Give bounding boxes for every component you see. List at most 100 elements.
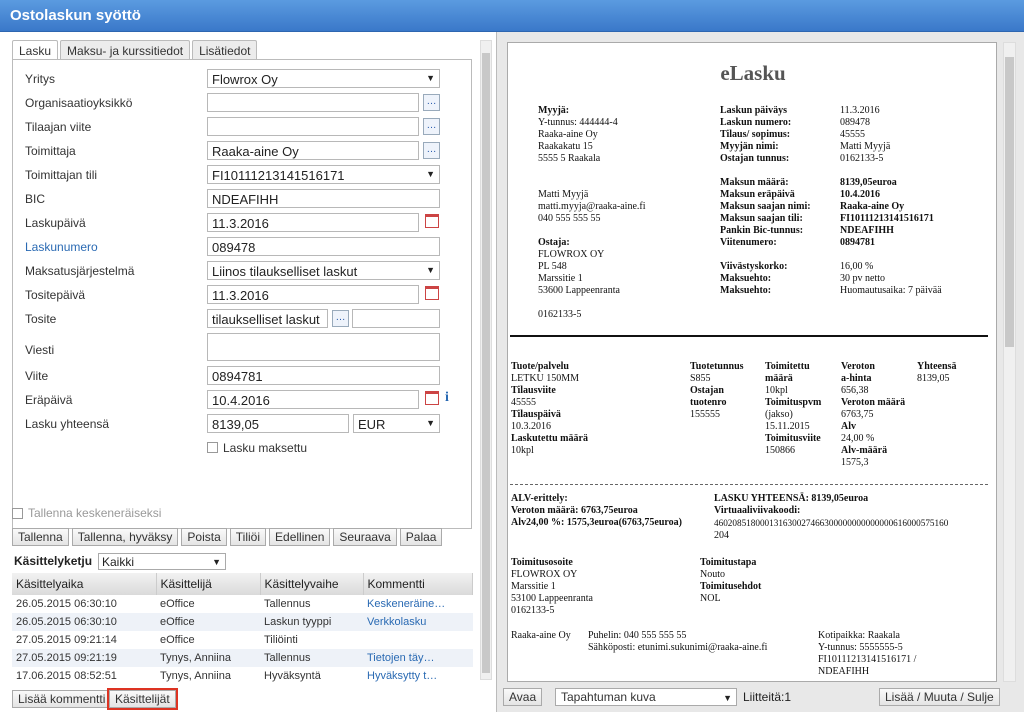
item-heading: tuotenro [690, 397, 727, 408]
item-value: 24,00 % [841, 433, 875, 444]
currency-select[interactable]: EUR [353, 414, 440, 433]
table-row[interactable]: 26.05.2015 06:30:10 eOffice Laskun tyyppi V… [12, 613, 473, 631]
scroll-thumb[interactable] [1005, 57, 1014, 347]
lisaa-muuta-sulje-button[interactable]: Lisää / Muuta / Sulje [879, 688, 1000, 706]
left-scrollbar[interactable] [480, 40, 492, 680]
erapaiva-calendar-icon[interactable] [425, 391, 439, 405]
toimittaja-label: Toimittaja [25, 144, 76, 158]
org-label: Organisaatioyksikkö [25, 96, 133, 110]
palaa-button[interactable]: Palaa [399, 528, 443, 546]
item-heading: Ostajan [690, 385, 724, 396]
info-value: Huomautusaika: 7 päivää [840, 285, 942, 296]
toimittaja-input[interactable]: Raaka-aine Oy [207, 141, 419, 160]
total-block: LASKU YHTEENSÄ: 8139,05euroa Virtuaalivi… [714, 493, 948, 542]
org-input[interactable] [207, 93, 419, 112]
info-value: 45555 [840, 129, 865, 140]
laskunumero-label[interactable]: Laskunumero [25, 240, 98, 254]
viite-input[interactable]: 0894781 [207, 366, 440, 385]
tosite-lookup-button[interactable]: … [332, 310, 349, 327]
tab-lisatiedot[interactable]: Lisätiedot [192, 40, 258, 60]
poista-button[interactable]: Poista [181, 528, 227, 546]
cell: Laskun tyyppi [260, 613, 363, 631]
tallenna-button[interactable]: Tallenna [12, 528, 69, 546]
laskupaiva-input[interactable]: 11.3.2016 [207, 213, 419, 232]
table-row[interactable]: 17.06.2015 08:52:51 Tynys, Anniina Hyväksy… [12, 667, 473, 685]
lasku-maksettu-checkbox[interactable] [207, 442, 218, 453]
kasittely-table: Käsittelyaika Käsittelijä Käsittelyvaihe… [12, 573, 473, 685]
cell: Tynys, Anniina [160, 670, 231, 682]
seller-line: Y-tunnus: 444444-4 [538, 117, 618, 128]
comment-link[interactable]: Tietojen täy… [363, 649, 473, 667]
tosite-extra-input[interactable] [352, 309, 440, 328]
comment-link[interactable]: Hyväksytty t… [363, 667, 473, 685]
info-label: Laskun numero: [720, 117, 792, 128]
item-value: 6763,75 [841, 409, 874, 420]
seller-line: Raaka-aine Oy [538, 129, 598, 140]
info-label: Viitenumero: [720, 237, 777, 248]
kasittely-filter-value: Kaikki [102, 555, 135, 569]
cell: 17.06.2015 08:52:51 [16, 670, 117, 682]
toimittajan-tili-select[interactable]: FI10111213141516171 [207, 165, 440, 184]
item-heading: Toimitusviite [765, 433, 821, 444]
col-kommentti[interactable]: Kommentti [363, 573, 473, 595]
tallenna-kesken-checkbox[interactable] [12, 508, 23, 519]
tilaajan-viite-input[interactable] [207, 117, 419, 136]
yritys-select[interactable]: Flowrox Oy [207, 69, 440, 88]
tosite-input[interactable]: tilaukselliset laskut [207, 309, 328, 328]
col-kasittelija[interactable]: Käsittelijä [156, 573, 261, 595]
bic-input[interactable]: NDEAFIHH [207, 189, 440, 208]
info-label: Pankin Bic-tunnus: [720, 225, 804, 236]
col-kasittelyvaihe[interactable]: Käsittelyvaihe [260, 573, 364, 595]
info-value: 0894781 [840, 237, 875, 248]
tab-lasku[interactable]: Lasku [12, 40, 59, 61]
preview-scrollbar[interactable] [1003, 42, 1016, 682]
delivery-line: NOL [700, 593, 721, 604]
right-panel: eLasku Myyjä: Y-tunnus: 444444-4 Raaka-a… [496, 32, 1024, 712]
kasittely-filter-select[interactable]: Kaikki [98, 553, 226, 570]
scroll-thumb[interactable] [482, 53, 490, 673]
tositepaiva-input[interactable]: 11.3.2016 [207, 285, 419, 304]
footer-registry: Kotipaikka: Raakala Y-tunnus: 5555555-5 … [818, 630, 916, 678]
row-maksatus: Maksatusjärjestelmä Liinos tilauksellise… [25, 261, 465, 281]
seuraava-button[interactable]: Seuraava [333, 528, 397, 546]
table-row[interactable]: 27.05.2015 09:21:14 eOffice Tiliöinti [12, 631, 473, 649]
item-value: 8139,05 [917, 373, 950, 384]
kasittelijat-button[interactable]: Käsittelijät [107, 688, 178, 710]
lisaa-kommentti-button[interactable]: Lisää kommentti [12, 690, 112, 708]
cell: eOffice [156, 613, 260, 631]
footer-line: Y-tunnus: 5555555-5 [818, 642, 903, 653]
comment-link[interactable]: Verkkolasku [363, 613, 473, 631]
delivery-line: 53100 Lappeenranta [511, 593, 593, 604]
viesti-textarea[interactable] [207, 333, 440, 361]
table-row[interactable]: 26.05.2015 06:30:10 eOffice Tallennus Keske… [12, 595, 473, 613]
cell: Tallennus [260, 649, 363, 667]
erapaiva-input[interactable]: 10.4.2016 [207, 390, 419, 409]
edellinen-button[interactable]: Edellinen [269, 528, 331, 546]
laskupaiva-calendar-icon[interactable] [425, 214, 439, 228]
buyer-line: 53600 Lappeenranta [538, 285, 620, 296]
org-lookup-button[interactable]: … [423, 94, 440, 111]
table-row[interactable]: 27.05.2015 09:21:19 Tynys, Anniina Tallenn… [12, 649, 473, 667]
item-value: (jakso) [765, 409, 793, 420]
alv-block: ALV-erittely: Veroton määrä: 6763,75euro… [511, 493, 682, 529]
comment-link[interactable] [363, 631, 473, 649]
toimittaja-lookup-button[interactable]: … [423, 142, 440, 159]
tallenna-hyvaksy-button[interactable]: Tallenna, hyväksy [71, 528, 179, 546]
col-kasittelyaika[interactable]: Käsittelyaika [12, 573, 157, 595]
avaa-button[interactable]: Avaa [503, 688, 543, 706]
comment-link[interactable]: Keskeneräine… [363, 595, 473, 613]
tab-maksu-kurssitiedot[interactable]: Maksu- ja kurssitiedot [60, 40, 191, 60]
cell: Hyväksyntä [264, 670, 321, 682]
doc-type-select[interactable]: Tapahtuman kuva [555, 688, 737, 706]
tilaajan-viite-lookup-button[interactable]: … [423, 118, 440, 135]
tilioi-button[interactable]: Tiliöi [229, 528, 267, 546]
viite-label: Viite [25, 369, 49, 383]
info-icon[interactable]: i [445, 390, 449, 406]
maksatus-select[interactable]: Liinos tilaukselliset laskut [207, 261, 440, 280]
laskunumero-input[interactable]: 089478 [207, 237, 440, 256]
yhteensa-input[interactable]: 8139,05 [207, 414, 349, 433]
item-value: 10.3.2016 [511, 421, 551, 432]
tositepaiva-calendar-icon[interactable] [425, 286, 439, 300]
tallenna-kesken-label: Tallenna keskeneräiseksi [28, 506, 162, 520]
info-value: NDEAFIHH [840, 225, 894, 236]
